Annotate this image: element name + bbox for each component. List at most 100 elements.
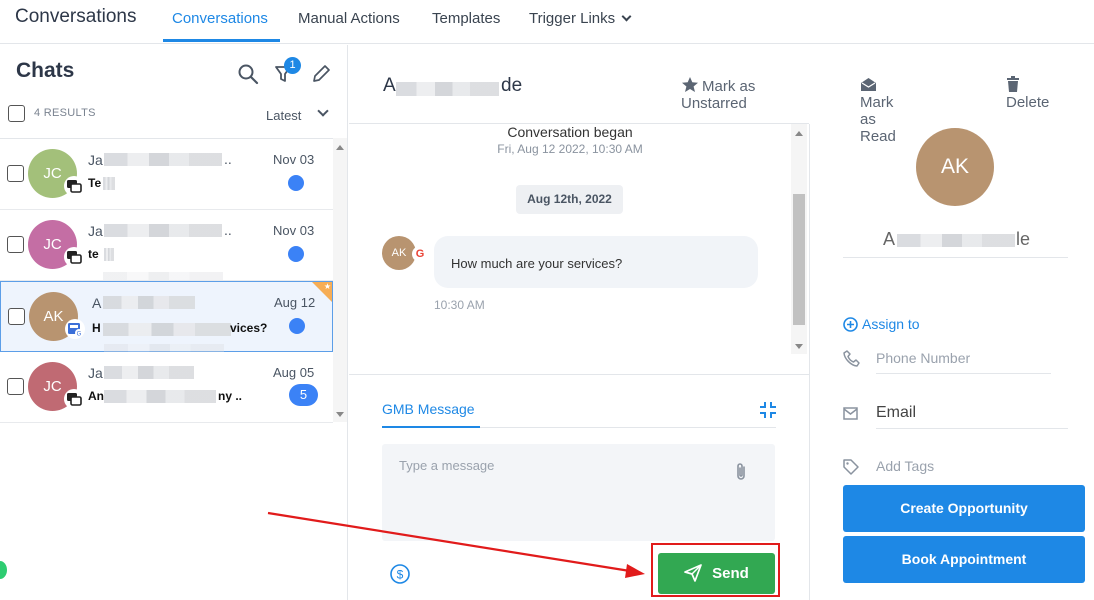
mark-unstarred-button[interactable]: Mark as Unstarred [681,76,809,112]
chat-date: Aug 05 [273,365,315,380]
search-icon[interactable] [237,63,261,87]
filter-icon[interactable]: 1 [273,57,301,87]
payment-icon[interactable]: $ [389,563,411,590]
contact-panel: AK A le Assign to Phone Number Email Add… [809,124,1094,600]
star-icon: ★ [323,282,331,291]
conversation-contact-name: A [383,75,396,97]
conversation-panel: A de Mark as Unstarred Mark as Read Dele… [349,45,1049,600]
google-business-icon: G [65,319,85,339]
email-field[interactable]: Email [876,404,916,422]
chat-date: Nov 03 [273,223,315,238]
tab-templates[interactable]: Templates [432,10,500,27]
phone-field[interactable]: Phone Number [876,350,970,366]
create-opportunity-button[interactable]: Create Opportunity [843,485,1085,532]
contact-name: A [883,229,895,250]
redacted-name [104,366,194,379]
chevron-down-icon [621,11,632,22]
redacted-preview [104,248,114,261]
redacted-contact-name [897,234,1015,247]
assign-to-label: Assign to [862,316,920,332]
plus-circle-icon [843,317,858,332]
tags-field[interactable]: Add Tags [876,458,934,474]
filter-count-badge: 1 [284,57,301,74]
assign-to-link[interactable]: Assign to [843,316,920,332]
conversation-began: Conversation began [507,124,633,140]
active-tab-indicator [382,426,480,428]
contact-name-tail: le [1016,229,1031,249]
chat-name-text: Ja [88,365,103,381]
chat-row-selected[interactable]: ★ AK G A H vices? Aug 12 [0,281,333,352]
thread-scrollbar[interactable] [791,124,807,354]
results-count: 4 RESULTS [34,107,96,119]
app: Conversations Conversations Manual Actio… [0,0,1094,600]
contact-name-head: A [883,229,896,249]
chat-list-panel: Chats 1 4 RESULTS Latest JC Ja .. Te Nov… [0,45,348,600]
chevron-down-icon[interactable] [317,105,329,117]
message-time: 10:30 AM [434,298,485,312]
send-label: Send [712,565,749,582]
row-checkbox[interactable] [7,236,24,253]
select-all-checkbox[interactable] [8,105,25,122]
message-placeholder: Type a message [399,458,495,473]
avatar: AK [916,128,994,206]
top-nav: Conversations Conversations Manual Actio… [0,0,1094,44]
chat-name-text: Ja [88,152,103,168]
contact-name-tail: de [501,75,523,96]
scroll-down-icon[interactable] [336,412,344,417]
google-icon: G [412,246,428,262]
divider [876,373,1051,374]
paper-plane-icon [684,564,703,582]
tab-trigger-links[interactable]: Trigger Links [529,10,632,27]
unread-dot [289,318,305,334]
tab-manual-actions[interactable]: Manual Actions [298,10,400,27]
tab-conversations[interactable]: Conversations [172,10,268,27]
svg-text:$: $ [397,568,404,582]
svg-text:G: G [77,332,82,338]
chat-row[interactable]: JC Ja .. Te Nov 03 [0,139,333,210]
redacted-preview [103,323,231,336]
row-checkbox[interactable] [8,308,25,325]
unread-count-badge: 5 [289,384,318,406]
chat-row[interactable]: JC Ja .. te Nov 03 [0,210,333,281]
trash-icon [1007,76,1019,92]
delete-label: Delete [1006,94,1050,111]
message-bubble: How much are your services? [434,236,758,288]
compose-icon[interactable] [310,63,334,87]
chat-name-text: A [92,295,102,311]
delete-button[interactable]: Delete [1006,76,1049,111]
scroll-up-icon[interactable] [795,131,803,136]
row-checkbox[interactable] [7,165,24,182]
chat-date: Aug 12 [274,295,316,310]
book-appointment-button[interactable]: Book Appointment [843,536,1085,583]
composer: GMB Message Type a message $ Send [349,374,809,600]
star-icon [682,77,698,92]
app-title: Conversations [15,6,137,27]
scroll-down-icon[interactable] [795,344,803,349]
attachment-icon[interactable] [734,462,748,487]
results-row: 4 RESULTS Latest [8,103,338,127]
chats-title: Chats [16,59,75,82]
send-button[interactable]: Send [658,553,775,594]
chat-row[interactable]: JC Ja An ny .. Aug 05 5 [0,352,333,423]
redacted-name [104,153,222,166]
contact-name-head: A [383,75,396,96]
collapse-icon[interactable] [759,401,777,424]
chat-channel-icon [64,176,84,196]
scrollbar-thumb[interactable] [793,194,805,325]
message-input[interactable]: Type a message [382,444,775,541]
tag-icon [843,459,859,480]
date-separator: Aug 12th, 2022 [516,185,623,214]
redacted-preview [104,390,216,403]
conversation-began-date: Fri, Aug 12 2022, 10:30 AM [497,142,643,156]
scroll-up-icon[interactable] [336,145,344,150]
chat-preview-head: H [92,321,101,335]
redacted-name [103,296,195,309]
redacted-strip [103,272,223,280]
sort-dropdown[interactable]: Latest [266,108,301,123]
redacted-name [104,224,222,237]
row-checkbox[interactable] [7,378,24,395]
tab-gmb-message[interactable]: GMB Message [382,401,475,417]
redacted-preview [103,177,115,190]
chat-list-scrollbar[interactable] [333,138,347,422]
chat-name-text: Ja [88,223,103,239]
